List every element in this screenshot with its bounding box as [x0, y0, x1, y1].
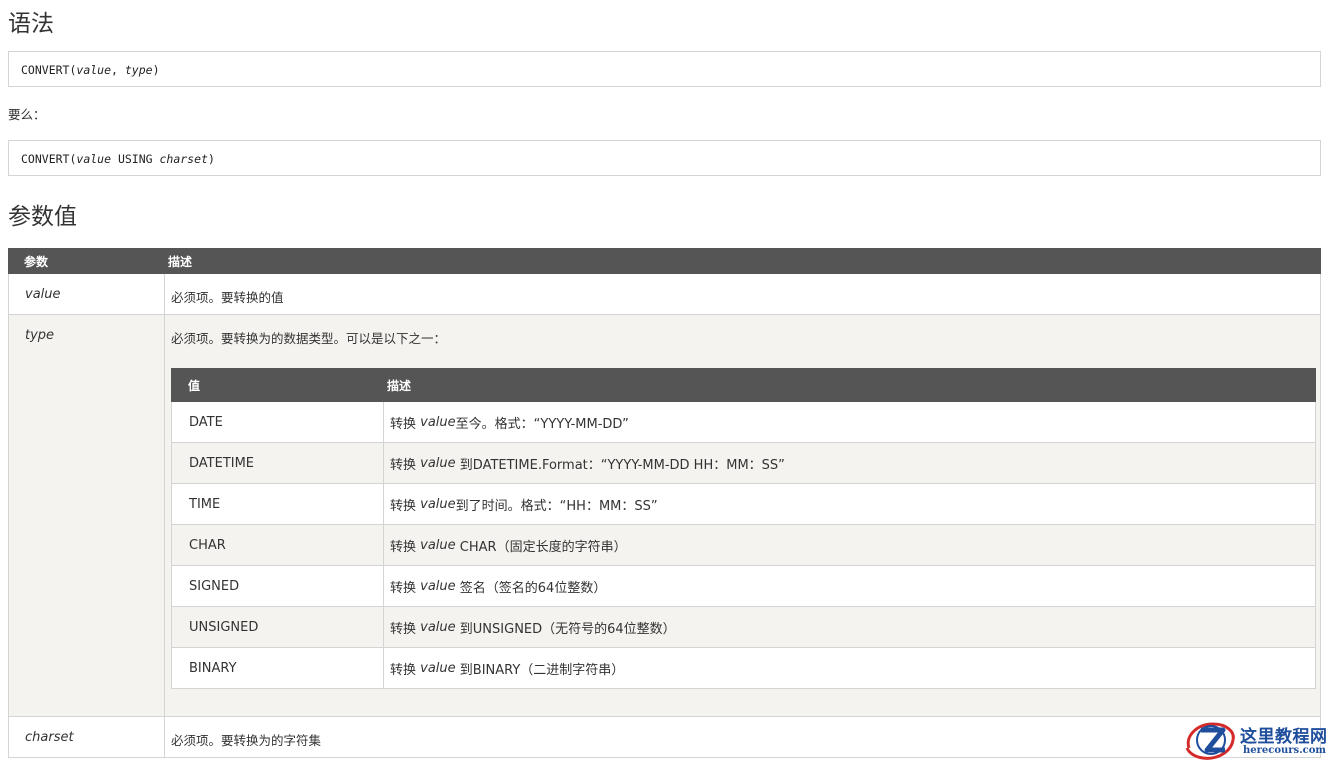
- desc-em: value: [420, 414, 456, 430]
- desc-text: 转换: [390, 416, 421, 432]
- table-row: type 必须项。要转换为的数据类型。可以是以下之一： 值 描述 DATE 转换…: [8, 315, 1321, 717]
- desc-em: value: [420, 660, 456, 676]
- table-row: TIME 转换 value 到了时间。格式：“HH：MM：SS”: [171, 484, 1316, 525]
- table-row: DATETIME 转换 value 到DATETIME.Format：“YYYY…: [171, 443, 1316, 484]
- type-desc: 转换 value 到UNSIGNED（无符号的64位整数）: [384, 607, 1315, 647]
- code-text: ): [152, 63, 160, 77]
- syntax-heading: 语法: [8, 11, 54, 37]
- desc-text: 到了时间。格式：“HH：MM：SS”: [455, 498, 658, 514]
- type-value: DATETIME: [172, 443, 384, 483]
- header-value: 值: [188, 378, 201, 393]
- type-values-table: 值 描述 DATE 转换 value 至今。格式：“YYYY-MM-DD” DAT…: [171, 368, 1316, 689]
- params-table-header: 参数 描述: [8, 248, 1321, 274]
- type-value: UNSIGNED: [172, 607, 384, 647]
- table-row: DATE 转换 value 至今。格式：“YYYY-MM-DD”: [171, 402, 1316, 443]
- type-value: TIME: [172, 484, 384, 524]
- desc-text: 转换: [390, 539, 421, 555]
- table-row: charset 必须项。要转换为的字符集: [8, 717, 1321, 758]
- code-text: CONVERT(: [21, 63, 77, 77]
- code-text: CONVERT(: [21, 152, 77, 166]
- params-heading: 参数值: [8, 204, 77, 230]
- desc-em: value: [420, 496, 456, 512]
- logo-emblem-icon: [1185, 722, 1235, 760]
- logo-title: 这里教程网: [1240, 727, 1328, 747]
- desc-text: 转换: [390, 621, 421, 637]
- desc-em: value: [420, 455, 456, 471]
- desc-text: 签名（签名的64位整数）: [455, 580, 607, 596]
- param-name: charset: [9, 717, 165, 757]
- header-param: 参数: [24, 254, 49, 269]
- code-arg-type: type: [124, 63, 153, 77]
- type-value: SIGNED: [172, 566, 384, 606]
- param-desc: 必须项。要转换为的数据类型。可以是以下之一：: [171, 331, 447, 346]
- type-desc: 转换 value 到DATETIME.Format：“YYYY-MM-DD HH…: [384, 443, 1315, 483]
- desc-text: 转换: [390, 498, 421, 514]
- table-row: CHAR 转换 value CHAR（固定长度的字符串）: [171, 525, 1316, 566]
- type-value: CHAR: [172, 525, 384, 565]
- desc-text: 转换: [390, 662, 421, 678]
- desc-em: value: [420, 537, 456, 553]
- code-arg-charset: charset: [159, 152, 208, 166]
- type-table-header: 值 描述: [171, 368, 1316, 402]
- desc-em: value: [420, 578, 456, 594]
- type-desc: 转换 value 至今。格式：“YYYY-MM-DD”: [384, 402, 1315, 442]
- site-logo[interactable]: 这里教程网 herecours.com: [1183, 718, 1329, 764]
- desc-em: value: [420, 619, 456, 635]
- param-desc: 必须项。要转换的值: [171, 290, 284, 305]
- desc-text: 到UNSIGNED（无符号的64位整数）: [455, 621, 676, 637]
- params-table: 参数 描述 value 必须项。要转换的值 type 必须项。要转换为的数据类型…: [8, 248, 1321, 758]
- type-desc: 转换 value CHAR（固定长度的字符串）: [384, 525, 1315, 565]
- type-desc: 转换 value 到BINARY（二进制字符串）: [384, 648, 1315, 688]
- code-arg-value: value: [76, 63, 112, 77]
- table-row: UNSIGNED 转换 value 到UNSIGNED（无符号的64位整数）: [171, 607, 1316, 648]
- desc-text: CHAR（固定长度的字符串）: [455, 539, 627, 555]
- desc-text: 到BINARY（二进制字符串）: [455, 662, 625, 678]
- desc-text: 到DATETIME.Format：“YYYY-MM-DD HH：MM：SS”: [455, 457, 785, 473]
- code-arg-value: value: [76, 152, 112, 166]
- desc-text: 转换: [390, 457, 421, 473]
- header-desc: 描述: [387, 378, 412, 393]
- type-value: DATE: [172, 402, 384, 442]
- syntax-code-block-charset: CONVERT(value USING charset): [8, 140, 1321, 176]
- code-text: ,: [111, 63, 125, 77]
- param-desc-cell: 必须项。要转换为的数据类型。可以是以下之一： 值 描述 DATE 转换 valu…: [165, 315, 1320, 716]
- syntax-code-block: CONVERT(value, type): [8, 51, 1321, 87]
- type-desc: 转换 value 签名（签名的64位整数）: [384, 566, 1315, 606]
- desc-text: 转换: [390, 580, 421, 596]
- logo-subtitle: herecours.com: [1243, 745, 1327, 756]
- type-desc: 转换 value 到了时间。格式：“HH：MM：SS”: [384, 484, 1315, 524]
- type-value: BINARY: [172, 648, 384, 688]
- param-desc: 必须项。要转换为的字符集: [171, 733, 322, 748]
- table-row: SIGNED 转换 value 签名（签名的64位整数）: [171, 566, 1316, 607]
- param-name: value: [9, 274, 165, 314]
- header-desc: 描述: [168, 254, 193, 269]
- table-row: value 必须项。要转换的值: [8, 274, 1321, 315]
- desc-text: 至今。格式：“YYYY-MM-DD”: [455, 416, 629, 432]
- or-text: 要么：: [8, 107, 46, 122]
- table-row: BINARY 转换 value 到BINARY（二进制字符串）: [171, 648, 1316, 689]
- code-text: USING: [111, 152, 160, 166]
- code-text: ): [207, 152, 215, 166]
- param-name: type: [9, 315, 165, 716]
